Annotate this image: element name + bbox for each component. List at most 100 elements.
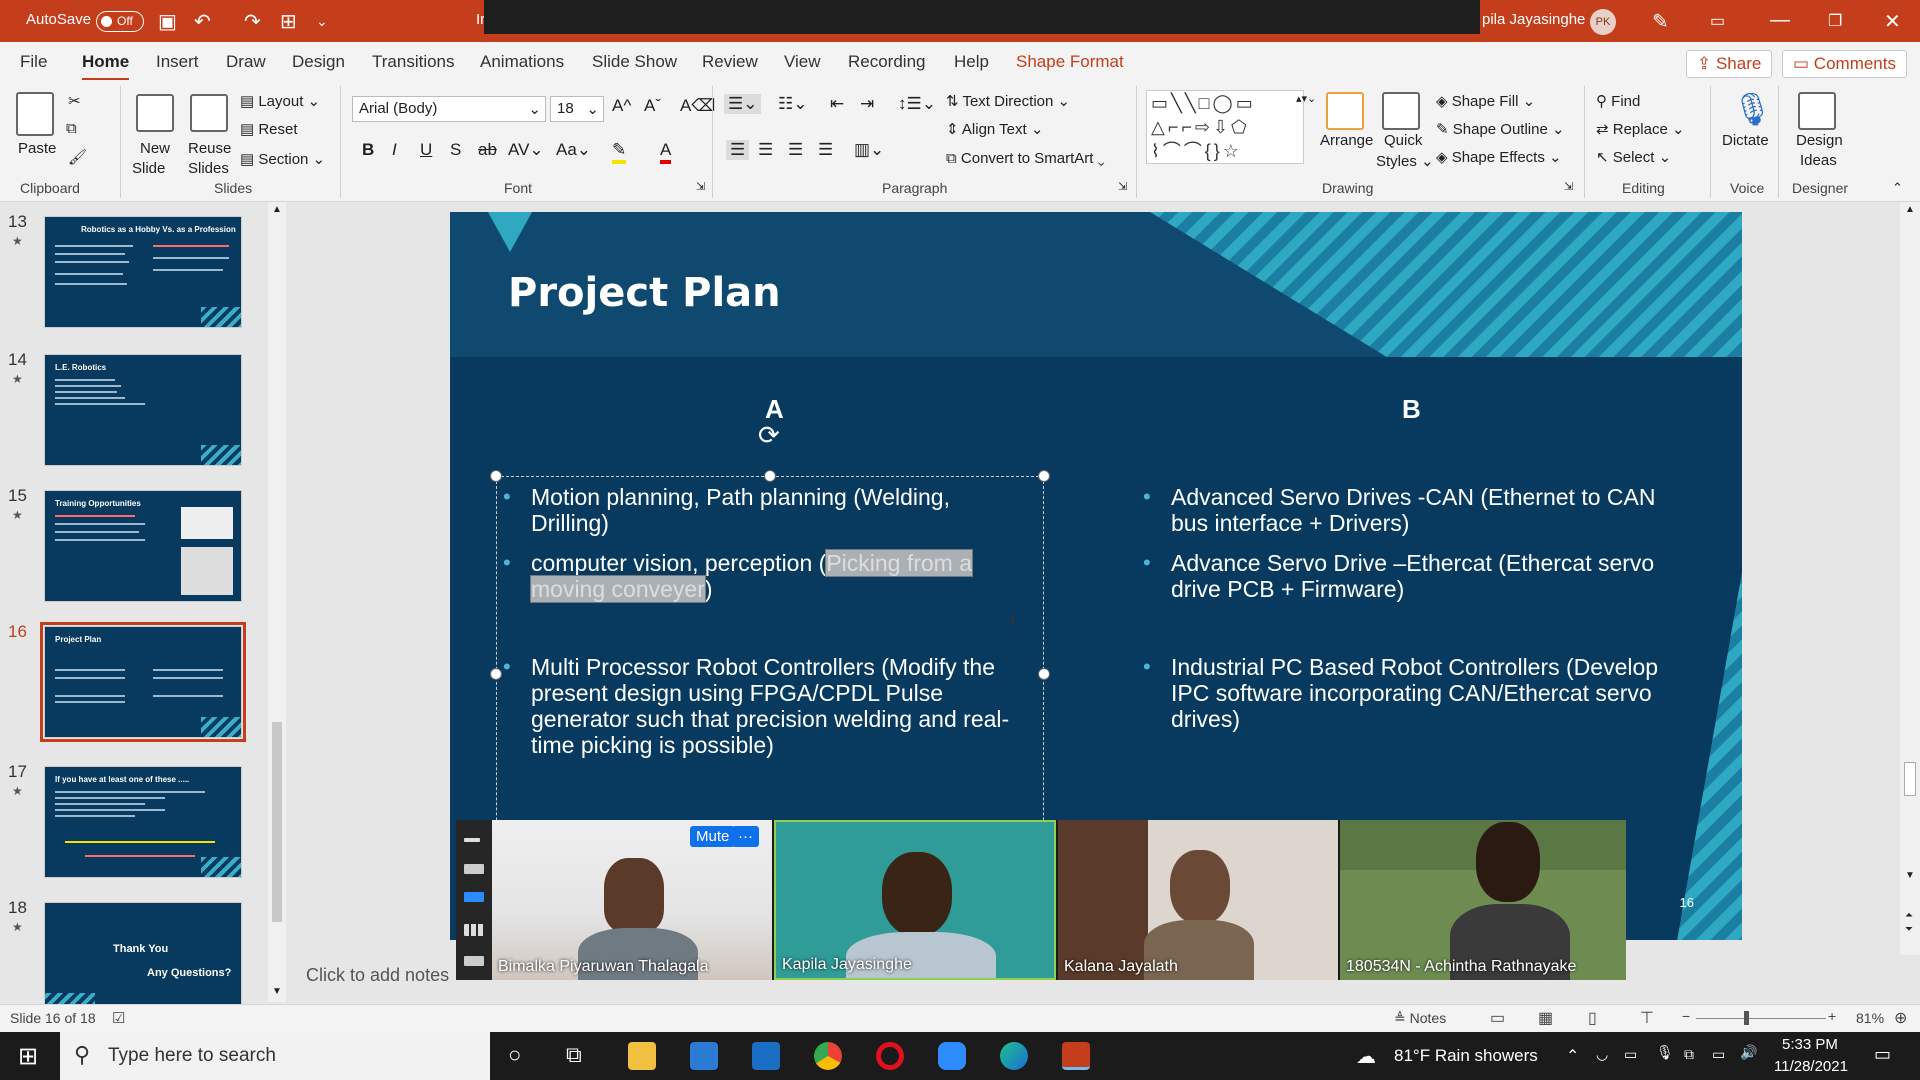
close-icon[interactable]: ✕	[1884, 9, 1901, 34]
numbering-icon[interactable]: ☷⌄	[778, 94, 807, 114]
redo-icon[interactable]: ↷	[244, 9, 261, 34]
weather-text[interactable]: 81°F Rain showers	[1394, 1046, 1538, 1066]
pen-icon[interactable]: ✎	[1652, 9, 1669, 34]
convert-smartart-button[interactable]: ⧉ Convert to SmartArt ⌄	[946, 150, 1105, 167]
cut-icon[interactable]: ✂	[68, 92, 81, 110]
cortana-icon[interactable]: ○	[508, 1042, 521, 1068]
undo-icon[interactable]: ↶	[194, 9, 211, 34]
layout-button[interactable]: ▤ Layout ⌄	[240, 92, 320, 110]
notifications-icon[interactable]: ▭	[1874, 1044, 1891, 1065]
select-button[interactable]: ↖ Select ⌄	[1596, 148, 1671, 166]
new-slide-button[interactable]: New	[140, 140, 170, 157]
slide-thumbnail-16[interactable]: Project Plan	[40, 622, 246, 742]
powerpoint-icon[interactable]	[1062, 1042, 1090, 1070]
drawing-dialog-launcher-icon[interactable]: ⇲	[1564, 180, 1573, 193]
store-icon[interactable]	[690, 1042, 718, 1070]
zoom-slider[interactable]	[1696, 1018, 1826, 1019]
tab-draw[interactable]: Draw	[226, 52, 266, 72]
align-left-icon[interactable]: ☰	[726, 140, 750, 160]
taskbar-search[interactable]: ⚲ Type here to search	[60, 1032, 490, 1080]
meet-now-icon[interactable]: ▭	[1624, 1046, 1637, 1063]
more-options-button[interactable]: ···	[732, 826, 759, 847]
weather-icon[interactable]: ☁	[1356, 1044, 1376, 1069]
quick-styles-button[interactable]: Quick	[1384, 132, 1422, 149]
file-explorer-icon[interactable]	[628, 1042, 656, 1070]
tab-insert[interactable]: Insert	[156, 52, 199, 72]
mail-icon[interactable]	[752, 1042, 780, 1070]
autosave-toggle[interactable]: Off	[96, 11, 144, 32]
restore-icon[interactable]: ❐	[1828, 11, 1842, 31]
align-right-icon[interactable]: ☰	[788, 140, 803, 160]
dictate-button[interactable]: Dictate	[1722, 132, 1769, 149]
italic-icon[interactable]: I	[392, 140, 397, 160]
copy-icon[interactable]: ⧉	[66, 120, 77, 137]
tab-slide-show[interactable]: Slide Show	[592, 52, 677, 72]
battery-icon[interactable]: ▭	[1712, 1046, 1725, 1063]
screen-share-icon[interactable]: ⧉	[1684, 1046, 1694, 1063]
accessibility-icon[interactable]: ☑	[112, 1009, 125, 1027]
slide-scrollbar[interactable]: ▲ ▼ ⏶ ⏷	[1900, 202, 1920, 972]
volume-icon[interactable]: 🔊	[1740, 1044, 1757, 1061]
show-hidden-icons-icon[interactable]: ⌃	[1566, 1046, 1579, 1066]
font-color-icon[interactable]: A	[660, 140, 672, 164]
network-icon[interactable]: ◡	[1596, 1046, 1608, 1063]
paste-button[interactable]: Paste	[18, 140, 56, 157]
windows-start-icon[interactable]: ⊞	[18, 1042, 38, 1071]
ribbon-display-icon[interactable]: ▭	[1710, 11, 1725, 31]
tab-help[interactable]: Help	[954, 52, 989, 72]
columns-icon[interactable]: ▥⌄	[854, 140, 884, 160]
shadow-icon[interactable]: S	[450, 140, 461, 160]
tab-file[interactable]: File	[20, 52, 47, 72]
video-tile-2[interactable]: Kapila Jayasinghe	[774, 820, 1056, 980]
bold-icon[interactable]: B	[362, 140, 374, 160]
clock-date[interactable]: 11/28/2021	[1774, 1058, 1848, 1075]
align-text-button[interactable]: ⇕ Align Text ⌄	[946, 120, 1043, 138]
reading-view-icon[interactable]: ▯	[1588, 1008, 1597, 1028]
align-center-icon[interactable]: ☰	[758, 140, 773, 160]
slide-thumbnail-15[interactable]: Training Opportunities	[44, 490, 242, 602]
shape-effects-button[interactable]: ◈ Shape Effects ⌄	[1436, 148, 1562, 166]
slide-sorter-icon[interactable]: ▦	[1538, 1008, 1553, 1028]
reuse-slides-button[interactable]: Reuse	[188, 140, 231, 157]
tab-animations[interactable]: Animations	[480, 52, 564, 72]
slide-thumbnail-14[interactable]: L.E. Robotics	[44, 354, 242, 466]
minimize-icon[interactable]: —	[1770, 9, 1790, 32]
slide-thumbnail-18[interactable]: Thank You Any Questions?	[44, 902, 242, 1014]
format-painter-icon[interactable]: 🖌	[68, 148, 87, 166]
tab-view[interactable]: View	[784, 52, 821, 72]
zoom-icon[interactable]	[938, 1042, 966, 1070]
tab-review[interactable]: Review	[702, 52, 758, 72]
section-button[interactable]: ▤ Section ⌄	[240, 150, 325, 168]
share-button[interactable]: ⇪ Share	[1686, 50, 1773, 78]
slide-thumbnail-17[interactable]: If you have at least one of these .....	[44, 766, 242, 878]
a-item-computer-vision[interactable]: computer vision, perception (Picking fro…	[503, 549, 1031, 603]
text-direction-button[interactable]: ⇅ Text Direction ⌄	[946, 92, 1070, 110]
notes-placeholder[interactable]: Click to add notes	[306, 965, 449, 986]
slide-thumbnail-13[interactable]: Robotics as a Hobby Vs. as a Profession	[44, 216, 242, 328]
b-item-servo-can[interactable]: Advanced Servo Drives -CAN (Ethernet to …	[1143, 484, 1671, 536]
justify-icon[interactable]: ☰	[818, 140, 833, 160]
video-tile-1[interactable]: Mute ··· Bimalka Piyaruwan Thalagala	[492, 820, 772, 980]
slideshow-view-icon[interactable]: ⊤	[1640, 1008, 1654, 1028]
task-view-icon[interactable]: ⧉	[566, 1042, 582, 1068]
present-icon[interactable]: ⊞	[280, 9, 297, 34]
strikethrough-icon[interactable]: ab	[478, 140, 497, 160]
reset-button[interactable]: ▤ Reset	[240, 120, 298, 138]
column-b-heading[interactable]: B	[1402, 394, 1421, 425]
decrease-indent-icon[interactable]: ⇤	[830, 94, 844, 114]
increase-indent-icon[interactable]: ⇥	[860, 94, 874, 114]
grow-font-icon[interactable]: A^	[612, 96, 631, 116]
thumbnails-scrollbar[interactable]: ▲ ▼	[268, 202, 286, 1002]
shrink-font-icon[interactable]: Aˇ	[644, 96, 661, 116]
b-item-industrial-pc[interactable]: Industrial PC Based Robot Controllers (D…	[1143, 654, 1671, 732]
tab-recording[interactable]: Recording	[848, 52, 926, 72]
clock-time[interactable]: 5:33 PM	[1782, 1036, 1838, 1053]
collapse-ribbon-icon[interactable]: ⌃	[1892, 180, 1903, 196]
opera-icon[interactable]	[876, 1042, 904, 1070]
font-size-combo[interactable]: 18 ⌄	[550, 96, 604, 122]
change-case-icon[interactable]: Aa⌄	[556, 140, 591, 160]
arrange-button[interactable]: Arrange	[1320, 132, 1373, 149]
mute-button[interactable]: Mute	[690, 826, 736, 847]
bullets-icon[interactable]: ☰⌄	[724, 94, 762, 114]
shapes-more-icon[interactable]: ▴▾⌄	[1296, 92, 1316, 105]
